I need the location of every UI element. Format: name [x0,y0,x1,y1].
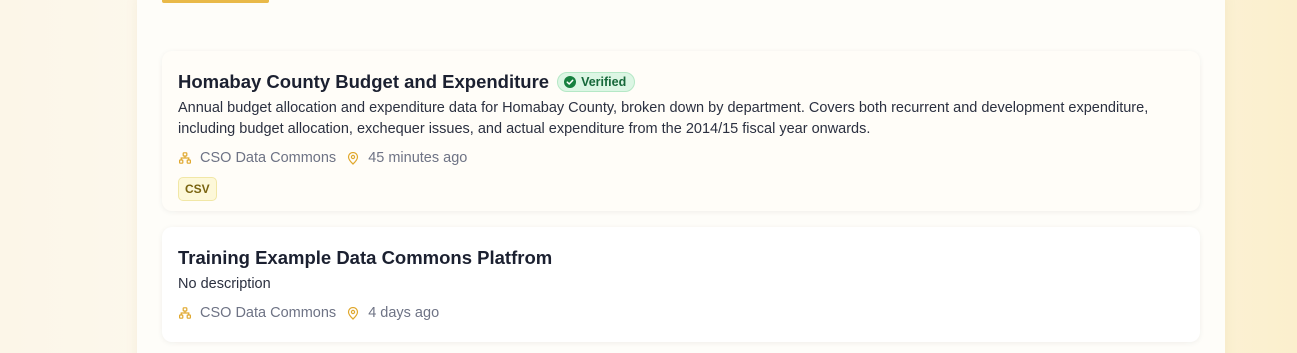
location-pin-icon [346,151,360,165]
location-pin-icon [346,306,360,320]
dataset-title[interactable]: Homabay County Budget and Expenditure [178,71,549,93]
dataset-title-row: Training Example Data Commons Platfrom [178,246,1184,270]
dataset-card[interactable]: Training Example Data Commons Platfrom N… [162,227,1200,342]
dataset-title-row: Homabay County Budget and Expenditure Ve… [178,70,1184,94]
verified-badge-label: Verified [581,75,627,89]
dataset-card[interactable]: Homabay County Budget and Expenditure Ve… [162,51,1200,211]
verified-badge: Verified [557,72,636,92]
org-hierarchy-icon [178,151,192,165]
dataset-publisher[interactable]: CSO Data Commons [200,150,336,166]
dataset-title[interactable]: Training Example Data Commons Platfrom [178,247,552,269]
dataset-meta: CSO Data Commons 4 days ago [178,303,1184,323]
dataset-description: Annual budget allocation and expenditure… [178,100,1149,137]
dataset-publisher[interactable]: CSO Data Commons [200,305,336,321]
dataset-updated: 45 minutes ago [368,150,468,166]
format-tag: CSV [178,177,217,201]
check-circle-icon [564,76,577,88]
active-tab-indicator [162,0,269,3]
org-hierarchy-icon [178,306,192,320]
dataset-updated: 4 days ago [368,305,440,321]
dataset-description: No description [178,276,271,292]
dataset-meta: CSO Data Commons 45 minutes ago [178,148,1184,168]
